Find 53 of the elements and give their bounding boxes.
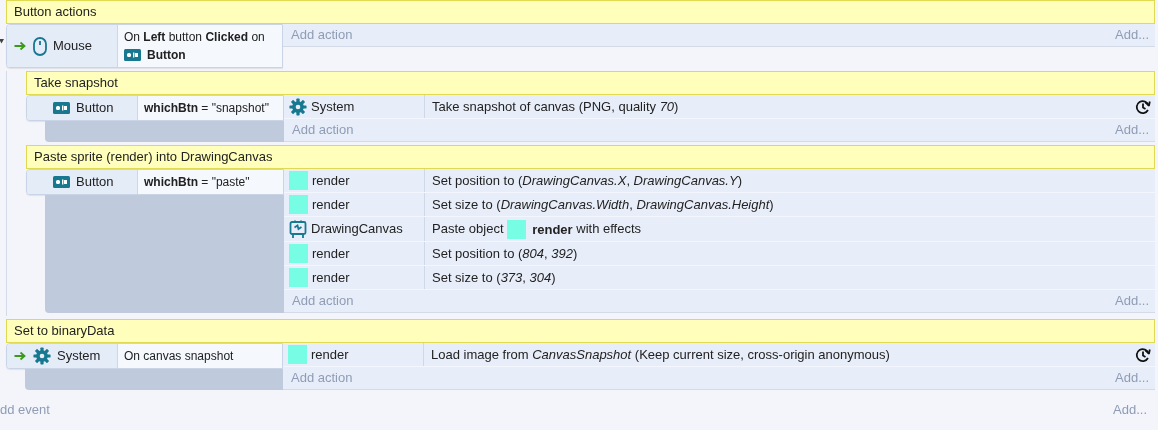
canvas-icon xyxy=(289,219,307,240)
object-name: System xyxy=(57,347,101,366)
action-text: Set size to (373, 304) xyxy=(432,270,556,286)
sprite-icon xyxy=(289,195,308,214)
object-name: render xyxy=(532,221,573,240)
button-icon xyxy=(53,176,70,188)
object-name: render xyxy=(312,268,350,287)
action-row[interactable]: render Set size to (373, 304) xyxy=(284,266,1155,291)
condition-block[interactable]: Button whichBtn = "snapshot" xyxy=(26,95,284,121)
sprite-icon xyxy=(288,345,307,365)
sprite-icon xyxy=(507,220,527,240)
condition-text: On canvas snapshot xyxy=(124,348,234,366)
action-row[interactable]: System Take snapshot of canvas (PNG, quality 70) xyxy=(284,95,1155,119)
object-name: render xyxy=(312,195,350,214)
object-name: DrawingCanvas xyxy=(311,220,403,239)
action-row[interactable]: render Load image from CanvasSnapshot (Keep current size, cross-origin anonymous) xyxy=(283,343,1155,368)
action-text: Set size to (DrawingCanvas.Width, DrawingCanvas.Height) xyxy=(432,197,774,212)
collapse-caret-icon[interactable] xyxy=(0,39,4,44)
action-row[interactable]: render Set position to (804, 392) xyxy=(284,242,1155,267)
condition-block[interactable]: Button whichBtn = "paste" xyxy=(26,169,284,195)
button-icon xyxy=(124,49,141,61)
object-name: Mouse xyxy=(53,37,93,56)
condition-block[interactable]: System On canvas snapshot xyxy=(6,343,283,370)
comment-bar[interactable]: Set to binaryData xyxy=(6,319,1155,344)
condition-text: whichBtn = "snapshot" xyxy=(144,100,269,117)
sprite-icon xyxy=(289,268,308,288)
object-name: System xyxy=(311,97,355,116)
button-icon xyxy=(53,102,70,114)
action-text: Load image from CanvasSnapshot (Keep current size, cross-origin anonymous) xyxy=(431,347,890,363)
sprite-icon xyxy=(289,171,308,190)
action-text: Take snapshot of canvas (PNG, quality 70) xyxy=(432,99,679,114)
action-text: Set position to (DrawingCanvas.X, DrawingCanvas.Y) xyxy=(432,173,742,188)
action-row[interactable]: render Set size to (DrawingCanvas.Width, DrawingCanvas.Height) xyxy=(284,193,1155,217)
action-text: Paste object xyxy=(432,221,504,236)
object-name: render xyxy=(312,171,350,190)
mouse-icon xyxy=(33,36,47,56)
action-row[interactable]: render Set position to (DrawingCanvas.X, DrawingCanvas.Y) xyxy=(284,169,1155,193)
condition-text: On Left button Clicked on xyxy=(124,29,265,46)
object-name: render xyxy=(311,345,349,364)
gear-icon xyxy=(33,347,51,366)
action-text: with effects xyxy=(576,221,642,236)
action-text: Set position to (804, 392) xyxy=(432,246,578,262)
condition-text: whichBtn = "paste" xyxy=(144,174,250,191)
condition-block[interactable]: Mouse On Left button Clicked on Button xyxy=(6,24,283,68)
object-name: Button xyxy=(147,47,186,64)
sprite-icon xyxy=(289,244,308,264)
action-row[interactable]: DrawingCanvas Paste object render with effects xyxy=(284,217,1155,243)
comment-bar[interactable]: Paste sprite (render) into DrawingCanvas xyxy=(26,145,1155,169)
object-name: Button xyxy=(76,173,114,192)
object-name: render xyxy=(312,244,350,263)
comment-bar[interactable]: Take snapshot xyxy=(26,71,1155,95)
comment-bar[interactable]: Button actions xyxy=(6,0,1155,24)
object-name: Button xyxy=(76,99,114,118)
